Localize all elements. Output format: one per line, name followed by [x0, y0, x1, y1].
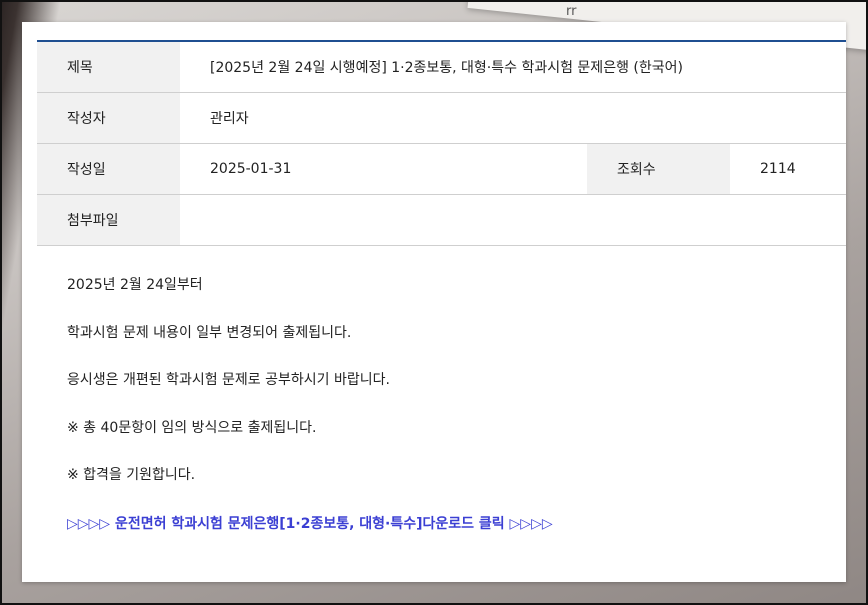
post-title: [2025년 2월 24일 시행예정] 1·2종보통, 대형·특수 학과시험 문…	[210, 60, 683, 76]
body-paragraph: ※ 합격을 기원합니다.	[67, 467, 196, 483]
body-paragraph: 학과시험 문제 내용이 일부 변경되어 출제됩니다.	[67, 324, 352, 341]
attachment-label: 첨부파일	[37, 195, 180, 245]
post-author: 관리자	[210, 111, 249, 127]
attachment-row: 첨부파일	[37, 195, 846, 246]
author-label: 작성자	[37, 93, 180, 143]
download-link[interactable]: ▷▷▷▷ 운전면허 학과시험 문제은행[1·2종보통, 대형·특수]다운로드 클…	[67, 514, 553, 534]
author-row: 작성자 관리자	[37, 93, 846, 144]
post-body: 2025년 2월 24일부터 학과시험 문제 내용이 일부 변경되어 출제됩니다…	[67, 275, 827, 534]
post-view-panel: 제목 [2025년 2월 24일 시행예정] 1·2종보통, 대형·특수 학과시…	[22, 22, 846, 582]
body-paragraph: 응시생은 개편된 학과시험 문제로 공부하시기 바랍니다.	[67, 372, 390, 388]
body-paragraph: ※ 총 40문항이 임의 방식으로 출제됩니다.	[67, 419, 317, 436]
views-label: 조회수	[587, 144, 730, 194]
date-views-row: 작성일 2025-01-31 조회수 2114	[37, 144, 846, 195]
body-paragraph: 2025년 2월 24일부터	[67, 277, 203, 293]
title-row: 제목 [2025년 2월 24일 시행예정] 1·2종보통, 대형·특수 학과시…	[37, 42, 846, 93]
post-date: 2025-01-31	[210, 161, 292, 177]
date-label: 작성일	[37, 144, 180, 194]
title-label: 제목	[37, 42, 180, 92]
post-info-table: 제목 [2025년 2월 24일 시행예정] 1·2종보통, 대형·특수 학과시…	[37, 40, 846, 246]
post-views: 2114	[760, 161, 796, 177]
attachment-list	[180, 195, 846, 245]
background-paper-mark: rr	[566, 4, 577, 19]
